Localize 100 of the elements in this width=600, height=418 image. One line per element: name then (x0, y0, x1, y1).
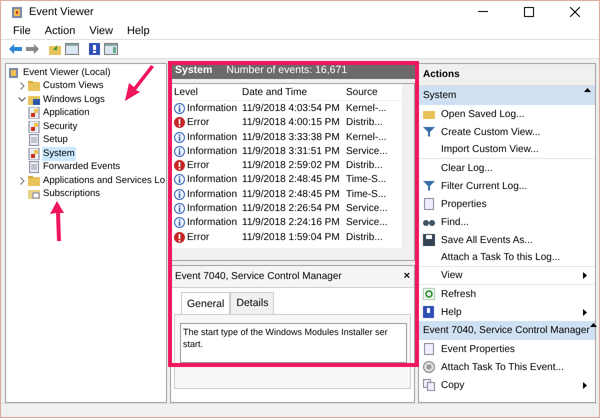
table-cell-text: Distrib... (346, 116, 384, 130)
log-icon (28, 107, 40, 120)
table-cell-text: Time-S... (346, 173, 388, 188)
subscriptions-icon (28, 188, 40, 200)
table-cell-text: Information (187, 202, 238, 216)
folder-icon (28, 80, 40, 92)
table-cell-text: Information (187, 102, 238, 116)
log-title: System (175, 63, 212, 78)
table-cell-text: Distrib... (346, 159, 384, 174)
table-cell-text: Information (187, 188, 238, 202)
column-header[interactable]: Level (174, 84, 242, 100)
pane-command[interactable]: Find... (419, 213, 595, 231)
folder-icon (28, 94, 40, 106)
table-cell-text: Information (187, 173, 238, 188)
annotation-arrow (50, 201, 64, 241)
annotation-arrow (125, 65, 154, 101)
table-cell-text: Kernel-... (346, 102, 388, 116)
menu-item[interactable]: View (89, 22, 113, 40)
table-cell-text: Service... (346, 216, 389, 230)
window-title: Event Viewer (29, 4, 94, 20)
pane-command[interactable]: Open Saved Log... (419, 105, 595, 123)
log-icon (28, 134, 40, 146)
viewer-icon (8, 66, 20, 79)
menu-item[interactable]: Action (44, 22, 76, 40)
pane-command[interactable]: Properties (419, 195, 595, 213)
detail-title: Event 7040, Service Control Manager (175, 270, 342, 284)
table-cell-text: Information (187, 130, 238, 145)
pane-command[interactable]: Create Custom View... (419, 123, 595, 141)
tree-item[interactable]: Applications and Services Lo (42, 174, 166, 188)
tree-item[interactable]: Forwarded Events (42, 160, 122, 174)
tree-item[interactable]: Windows Logs (42, 92, 106, 107)
table-cell-text: 11/9/2018 3:31:51 PM (242, 144, 341, 159)
tree-item[interactable]: Application (42, 106, 90, 120)
pane-command[interactable]: Attach a Task To this Log... (419, 249, 595, 267)
pane-command[interactable]: Filter Current Log... (419, 177, 595, 195)
close-icon (570, 7, 580, 17)
table-cell-text: Service... (346, 144, 389, 159)
log-icon (28, 161, 40, 174)
maximize-icon (524, 7, 534, 17)
section-header[interactable]: System (419, 86, 595, 105)
tab[interactable]: General (181, 292, 230, 315)
table-cell-text: 11/9/2018 2:24:16 PM (242, 216, 341, 230)
column-header[interactable]: Source (346, 84, 396, 100)
table-cell-text: 11/9/2018 2:48:45 PM (242, 188, 341, 202)
pane-command[interactable]: Event Properties (419, 340, 595, 358)
folder-up-icon[interactable] (49, 44, 61, 54)
pane-command[interactable]: Attach Task To This Event... (419, 358, 595, 376)
log-icon (28, 120, 40, 133)
event-message: The start type of the Windows Modules Installer ser start. (180, 322, 407, 363)
folder-icon (28, 174, 40, 187)
back-icon[interactable] (9, 44, 22, 54)
table-cell-text: Error (187, 159, 210, 174)
chevron-right-icon[interactable] (20, 176, 24, 185)
table-cell-text: Information (187, 144, 238, 159)
table-cell-text: Information (187, 216, 238, 230)
table-cell-text: 11/9/2018 4:03:54 PM (242, 102, 341, 116)
horizontal-scrollbar[interactable] (171, 248, 414, 260)
pane-command[interactable]: Save All Events As... (419, 231, 595, 249)
table-cell-text: 11/9/2018 1:59:04 PM (242, 230, 341, 245)
section-header[interactable]: Event 7040, Service Control Manager (419, 321, 595, 340)
chevron-right-icon[interactable] (20, 82, 24, 90)
log-icon (28, 148, 40, 160)
table-cell-text: Distrib... (346, 230, 384, 245)
tab[interactable]: Details (230, 292, 274, 314)
table-cell-text: Time-S... (346, 188, 388, 202)
panel-icon[interactable] (65, 43, 79, 55)
tree-item[interactable]: Event Viewer (Local) (22, 66, 112, 80)
pane-command[interactable]: Help (419, 303, 595, 321)
menu-item[interactable]: File (13, 22, 31, 40)
vertical-scrollbar[interactable] (402, 84, 414, 248)
tree-item[interactable]: Subscriptions (42, 187, 102, 202)
table-cell-text: Kernel-... (346, 130, 388, 145)
pane-command[interactable]: Refresh (419, 285, 595, 303)
pane-command[interactable]: Clear Log... (419, 159, 595, 177)
table-cell-text: 11/9/2018 2:59:02 PM (242, 159, 341, 174)
pane-command[interactable]: View (419, 267, 595, 285)
event-count: Number of events: 16,671 (226, 63, 348, 78)
column-header[interactable]: Date and Time (242, 84, 346, 100)
minimize-icon (478, 11, 488, 13)
forward-icon[interactable] (26, 44, 39, 54)
table-cell-text: 11/9/2018 2:48:45 PM (242, 173, 341, 188)
pane-command[interactable]: Copy (419, 376, 595, 394)
panel-icon[interactable] (104, 43, 118, 55)
menu-item[interactable]: Help (126, 22, 150, 40)
collapse-icon (584, 88, 591, 92)
tree-item[interactable]: System (42, 146, 76, 161)
tree-item[interactable]: Security (42, 120, 78, 134)
pane-command[interactable]: Import Custom View... (419, 141, 595, 159)
chevron-down-icon[interactable] (18, 97, 26, 102)
table-cell-text: 11/9/2018 3:33:38 PM (242, 130, 341, 145)
tree-item[interactable]: Custom Views (42, 79, 105, 94)
tree-item[interactable]: Setup (42, 133, 69, 148)
table-cell-text: Error (187, 230, 210, 245)
table-cell-text: 11/9/2018 4:00:15 PM (242, 116, 341, 130)
table-cell-text: Error (187, 116, 210, 130)
close-button[interactable]: × (404, 269, 410, 284)
table-cell-text: Service... (346, 202, 389, 216)
panel-title: Actions (419, 64, 595, 86)
app-icon (11, 6, 23, 18)
collapse-icon (590, 323, 597, 327)
